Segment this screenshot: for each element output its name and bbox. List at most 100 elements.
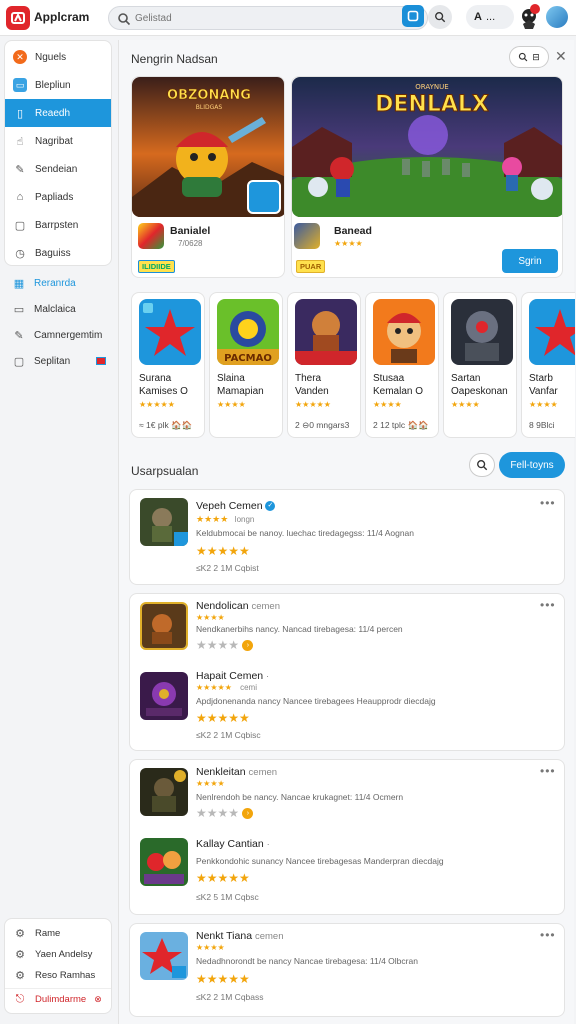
- sidebar-item-yaen-andelsy[interactable]: ⚙ Yaen Andelsy: [5, 944, 111, 965]
- more-options-icon[interactable]: •••: [540, 928, 556, 942]
- sidebar-item-barrpsten[interactable]: ▢ Barrpsten: [5, 211, 111, 239]
- grid-icon: ▦: [13, 277, 25, 290]
- sidebar-item-camnergemtim[interactable]: ✎ Camnergemtim: [4, 322, 112, 348]
- app-icon[interactable]: [140, 838, 188, 886]
- list-item-title[interactable]: Vepeh Cemen ✓: [196, 500, 276, 512]
- search-icon: [519, 52, 528, 62]
- featured-app-rating: ★★★★: [334, 239, 363, 248]
- app-card-2[interactable]: PACMAO Slaina Mamapian ★★★★: [209, 292, 283, 438]
- sidebar-item-reaedh[interactable]: ▯ Reaedh: [5, 99, 111, 127]
- sidebar-item-seplitan[interactable]: ▢ Seplitan: [4, 348, 112, 374]
- logout-button[interactable]: ⎋ Dulimdarme ⊗: [5, 988, 111, 1009]
- more-options-icon[interactable]: •••: [540, 496, 556, 510]
- tablet-icon: ▯: [16, 107, 24, 120]
- sidebar-item-label: Sendeian: [35, 163, 78, 175]
- app-icon[interactable]: [140, 602, 188, 650]
- notification-button[interactable]: [518, 4, 540, 30]
- sidebar-item-reranrda[interactable]: ▦ Reranrda: [4, 270, 112, 296]
- gear-icon: ⚙: [15, 949, 25, 961]
- app-rating: ★★★★: [529, 400, 558, 409]
- featured-card-2[interactable]: DENLALX ORAYNUE Banead ★★★★ PUAR Sgrin: [291, 76, 563, 278]
- list-item-name: Nendolican: [196, 600, 249, 612]
- app-icon[interactable]: [140, 498, 188, 546]
- rating-tag: cemi: [240, 683, 257, 692]
- featured-get-button[interactable]: Sgrin: [502, 249, 558, 273]
- sidebar-footer: ⚙ Rame ⚙ Yaen Andelsy ⚙ Reso Ramhas ⎋ Du…: [4, 918, 112, 1014]
- featured-art-2: DENLALX ORAYNUE: [292, 77, 562, 217]
- logout-label: Dulimdarme: [35, 993, 87, 1005]
- app-name-line2: Vanden: [295, 386, 329, 397]
- featured-card-1[interactable]: OBZONANG BLIDGAS Banialel 7/0628 ILIDIID…: [131, 76, 285, 278]
- list-search-button[interactable]: [469, 453, 495, 477]
- list-item-title[interactable]: Nenkt Tiana cemen: [196, 930, 283, 942]
- app-icon[interactable]: [140, 672, 188, 720]
- sidebar-item-sendeian[interactable]: ✎ Sendeian: [5, 155, 111, 183]
- app-card-1[interactable]: Surana Kamises O ★★★★★ ≈ 1€ plk 🏠🏠: [131, 292, 205, 438]
- list-item-rating: ★★★★★: [196, 972, 250, 986]
- sidebar-item-malclaica[interactable]: ▭ Malclaica: [4, 296, 112, 322]
- more-options-icon[interactable]: •••: [540, 764, 556, 778]
- sidebar-item-papliads[interactable]: ⌂ Papliads: [5, 183, 111, 211]
- sidebar-item-label: Baguiss: [35, 247, 71, 259]
- app-card-3[interactable]: Thera Vanden ★★★★★ 2 ⊖0 mngars3: [287, 292, 361, 438]
- featured-art-subtitle: ORAYNUE: [415, 83, 448, 91]
- search-icon: [435, 12, 446, 23]
- sidebar-item-nagribat[interactable]: ☝ Nagribat: [5, 127, 111, 155]
- arrow-icon: ›: [242, 808, 254, 820]
- list-item-tag: cemen: [254, 931, 284, 942]
- gear-icon: ⚙: [15, 970, 25, 982]
- sidebar-item-blepliun[interactable]: ▭ Blepliun: [5, 71, 111, 99]
- list-item-description: Apdjdonenanda nancy Nancee tirebagees He…: [196, 696, 436, 706]
- list-item-rating: ★★★★ ›: [196, 806, 254, 820]
- app-card-5[interactable]: Sartan Oapeskonan ★★★★: [443, 292, 517, 438]
- sidebar-item-baguiss[interactable]: ◷ Baguiss: [5, 239, 111, 267]
- avatar[interactable]: [544, 4, 570, 30]
- featured-app-icon: [294, 223, 320, 249]
- list-item-title[interactable]: Nendolican cemen: [196, 600, 280, 612]
- svg-text:PACMAO: PACMAO: [224, 353, 272, 364]
- sidebar-item-label: Yaen Andelsy: [35, 949, 93, 960]
- list-item-rating-small: ★★★★: [196, 943, 225, 952]
- app-icon: [451, 299, 513, 365]
- close-circle-icon: ⊗: [94, 993, 102, 1004]
- sidebar-item-rame[interactable]: ⚙ Rame: [5, 923, 111, 944]
- arrow-icon: ›: [242, 640, 254, 652]
- account-initial: A: [474, 11, 482, 23]
- featured-filter-button[interactable]: ⊟: [509, 46, 549, 68]
- list-item-title[interactable]: Nenkleitan cemen: [196, 766, 277, 778]
- featured-app-icon: [138, 223, 164, 249]
- app-icon: [295, 299, 357, 365]
- search-bar[interactable]: [108, 6, 428, 30]
- featured-app-badge: PUAR: [296, 260, 326, 273]
- sidebar-item-label: Rame: [35, 928, 61, 939]
- list-item-tag: cemen: [248, 767, 278, 778]
- close-icon[interactable]: ✕: [555, 48, 567, 65]
- app-logo-icon[interactable]: [6, 6, 30, 30]
- sidebar-item-label: Papliads: [35, 191, 74, 203]
- app-card-6[interactable]: Starb Vanfar ★★★★ 8 9Blci: [521, 292, 575, 438]
- sidebar-nav: ✕ Nguels ▭ Blepliun ▯ Reaedh ☝ Nagribat …: [4, 40, 112, 266]
- app-card-4[interactable]: Stusaa Kemalan O ★★★★ 2 12 tplc 🏠🏠: [365, 292, 439, 438]
- featured-app-name: Banialel: [170, 225, 211, 237]
- search-input[interactable]: [135, 10, 395, 26]
- list-item-name: Nenkleitan: [196, 766, 246, 778]
- box-icon: ▭: [13, 78, 27, 92]
- sidebar-item-nguels[interactable]: ✕ Nguels: [5, 43, 111, 71]
- square-icon: ▢: [14, 219, 26, 232]
- app-icon[interactable]: [140, 932, 188, 980]
- featured-app-subtitle: 7/0628: [178, 239, 203, 248]
- search-button[interactable]: [428, 5, 452, 29]
- pencil-icon: ✎: [14, 329, 24, 342]
- more-options-icon[interactable]: •••: [540, 598, 556, 612]
- app-icon[interactable]: [140, 768, 188, 816]
- sidebar-secondary: ▦ Reranrda ▭ Malclaica ✎ Camnergemtim ▢ …: [4, 270, 112, 374]
- featured-app-badge: ILIDIIDE: [138, 260, 175, 273]
- list-filter-button[interactable]: Fell-toyns: [499, 452, 565, 478]
- list-item-title[interactable]: Hapait Cemen ·: [196, 670, 269, 682]
- scan-icon: [407, 10, 419, 22]
- sidebar-item-reso-ramhas[interactable]: ⚙ Reso Ramhas: [5, 965, 111, 986]
- list-item-title[interactable]: Kallay Cantian ·: [196, 838, 270, 850]
- app-name-line1: Slaina: [217, 373, 245, 384]
- scan-button[interactable]: [402, 5, 424, 27]
- account-chip[interactable]: A ...: [466, 5, 514, 29]
